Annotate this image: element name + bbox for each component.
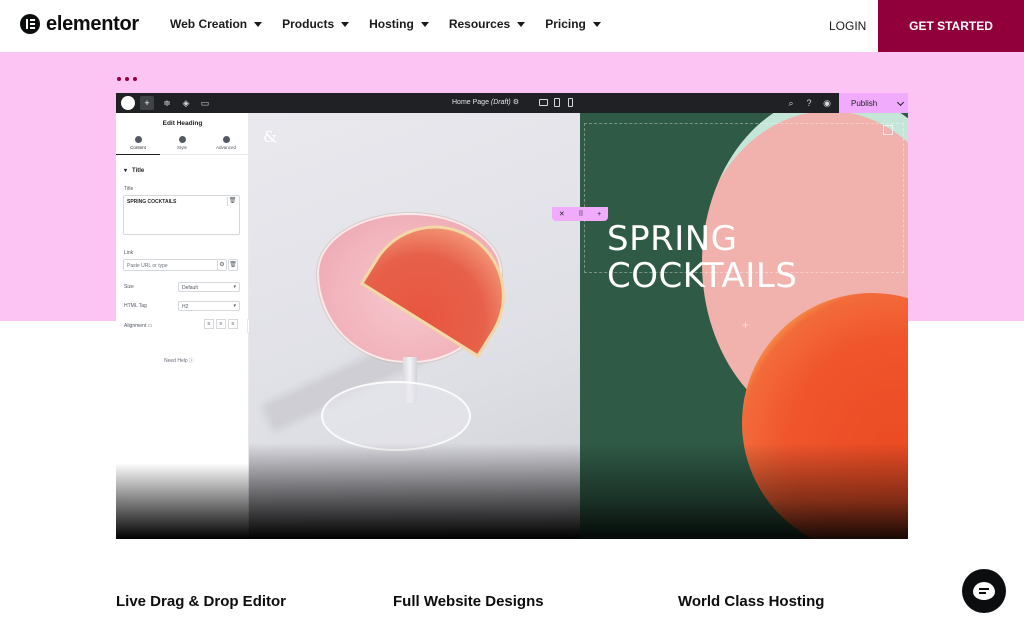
html-tag-select[interactable]: H2 — [178, 301, 240, 311]
chevron-down-icon — [517, 21, 526, 27]
add-element-icon[interactable]: + — [140, 96, 154, 110]
align-center-icon[interactable]: ≡ — [216, 319, 226, 329]
section-title[interactable]: Title — [124, 167, 144, 174]
size-select[interactable]: Default — [178, 282, 240, 292]
tab-label: Content — [130, 145, 146, 150]
help-icon: ⓘ — [189, 358, 195, 364]
site-logo-icon: & — [263, 127, 278, 146]
mobile-icon[interactable] — [568, 98, 573, 107]
publish-label: Publish — [851, 98, 878, 108]
drag-handle-icon[interactable]: ⠿ — [578, 210, 583, 218]
trash-icon[interactable]: 🗑 — [227, 197, 237, 206]
tab-label: Style — [176, 145, 187, 150]
align-left-icon[interactable]: ≡ — [204, 319, 214, 329]
heading-line: COCKTAILS — [607, 256, 798, 296]
size-label: Size — [124, 284, 134, 290]
page-status: (Draft) — [490, 99, 511, 106]
logo-text: elementor — [46, 13, 139, 35]
heading-section[interactable]: SPRING COCKTAILS + — [580, 113, 908, 539]
page-title-text: Home Page — [452, 99, 489, 106]
chevron-down-icon — [341, 21, 350, 27]
login-link[interactable]: LOGIN — [829, 19, 866, 33]
canvas-heading[interactable]: SPRING COCKTAILS — [607, 221, 797, 295]
settings-sliders-icon[interactable]: ≑ — [160, 96, 174, 110]
menu-item-resources[interactable]: Resources — [448, 17, 526, 31]
feature-hosting: World Class Hosting — [678, 593, 825, 610]
elementor-menu-icon[interactable] — [121, 96, 135, 110]
desktop-icon[interactable] — [539, 99, 548, 106]
chat-icon — [973, 582, 995, 600]
monitor-icon: ▭ — [147, 323, 153, 329]
link-label: Link — [124, 250, 134, 256]
chevron-down-icon — [254, 21, 263, 27]
publish-button[interactable]: Publish — [839, 93, 908, 113]
window-dots-icon — [117, 77, 137, 81]
tab-content[interactable]: Content — [116, 136, 160, 155]
need-help-text: Need Help — [164, 358, 188, 364]
menu-item-pricing[interactable]: Pricing — [545, 17, 601, 31]
menu-item-label: Products — [282, 17, 335, 31]
gear-icon — [222, 136, 230, 143]
panel-tabs: Content Style Advanced — [116, 133, 249, 155]
heading-line: SPRING — [607, 219, 738, 259]
half-circle-icon — [178, 136, 186, 143]
feature-drag-drop: Live Drag & Drop Editor — [116, 593, 287, 610]
layers-icon[interactable]: ◈ — [179, 96, 193, 110]
tab-label: Advanced — [215, 145, 236, 150]
editor-preview: + ≑ ◈ ▭ Home Page (Draft) ⚙ ⌕ ? ◉ Publis… — [116, 93, 908, 539]
menu-item-products[interactable]: Products — [282, 17, 350, 31]
preview-eye-icon[interactable]: ◉ — [820, 96, 834, 110]
menu-item-label: Pricing — [545, 17, 586, 31]
chat-button[interactable] — [962, 569, 1006, 613]
html-tag-label: HTML Tag — [124, 303, 147, 309]
menu-item-label: Hosting — [369, 17, 414, 31]
chevron-down-icon[interactable] — [896, 98, 905, 107]
trash-icon[interactable]: 🗑 — [228, 259, 238, 271]
alignment-label: Alignment ▭ — [124, 323, 152, 329]
add-element-plus-icon[interactable]: + — [742, 318, 749, 332]
search-icon[interactable]: ⌕ — [784, 96, 798, 110]
bottom-fade-overlay — [580, 443, 908, 539]
link-settings-icon[interactable]: ⚙ — [217, 259, 227, 271]
page-title[interactable]: Home Page (Draft) ⚙ — [452, 98, 519, 106]
alignment-label-text: Alignment — [124, 323, 147, 329]
main-menu: Web Creation Products Hosting Resources … — [170, 17, 621, 31]
editor-canvas: & SPRING COCKTAILS + — [249, 113, 908, 539]
title-textarea[interactable]: SPRING COCKTAILS — [123, 195, 240, 235]
align-right-icon[interactable]: ≡ — [228, 319, 238, 329]
glass-base — [321, 381, 471, 451]
comments-icon[interactable]: ▭ — [198, 96, 212, 110]
elementor-logo-icon — [20, 14, 40, 34]
need-help-link[interactable]: Need Help ⓘ — [164, 357, 194, 364]
close-icon[interactable]: ✕ — [559, 210, 565, 218]
tablet-icon[interactable] — [554, 98, 560, 107]
top-navigation: elementor Web Creation Products Hosting … — [0, 0, 1024, 52]
menu-item-label: Web Creation — [170, 17, 248, 31]
help-icon[interactable]: ? — [802, 96, 816, 110]
chevron-down-icon — [420, 21, 429, 27]
tab-style[interactable]: Style — [160, 136, 204, 150]
menu-item-label: Resources — [448, 17, 511, 31]
chevron-down-icon — [592, 21, 601, 27]
expand-icon[interactable] — [883, 125, 893, 135]
menu-item-web-creation[interactable]: Web Creation — [170, 17, 263, 31]
get-started-button[interactable]: GET STARTED — [878, 0, 1024, 52]
add-section-icon[interactable]: + — [597, 211, 601, 218]
title-label: Title — [124, 186, 134, 192]
panel-title: Edit Heading — [162, 120, 203, 127]
edit-panel: Edit Heading Content Style Advanced Titl… — [116, 113, 249, 539]
tab-advanced[interactable]: Advanced — [204, 136, 248, 150]
editor-topbar: + ≑ ◈ ▭ Home Page (Draft) ⚙ ⌕ ? ◉ Publis… — [116, 93, 908, 113]
gear-icon[interactable]: ⚙ — [513, 99, 519, 106]
feature-website-designs: Full Website Designs — [393, 593, 544, 610]
pencil-icon — [134, 136, 142, 143]
menu-item-hosting[interactable]: Hosting — [369, 17, 429, 31]
panel-fade-overlay — [116, 463, 249, 539]
link-input[interactable]: Paste URL or type — [123, 259, 218, 271]
elementor-logo[interactable]: elementor — [20, 13, 139, 35]
section-handles[interactable]: ✕ ⠿ + — [552, 207, 608, 221]
bottom-fade-overlay — [249, 443, 580, 539]
